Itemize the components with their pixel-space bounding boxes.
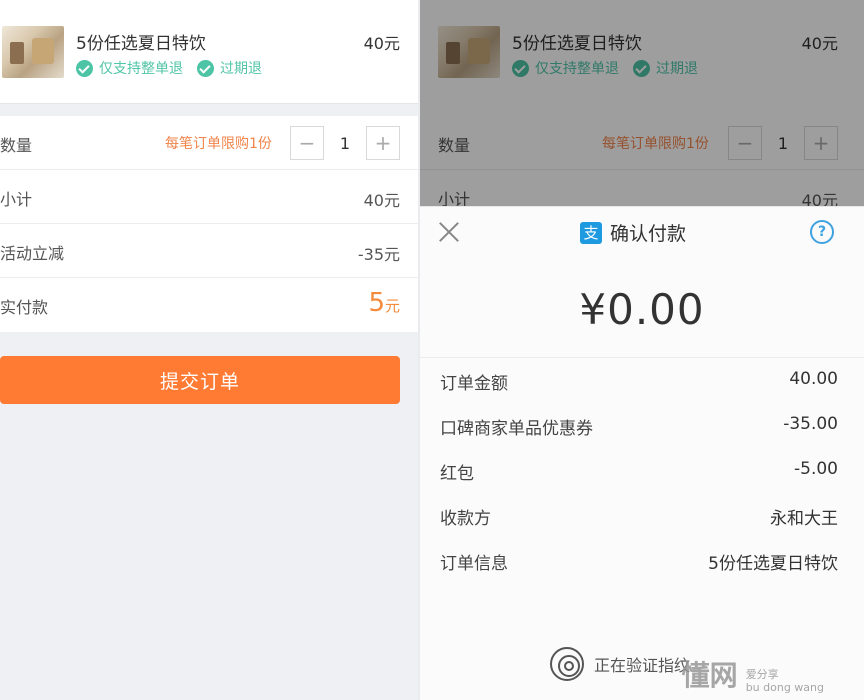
tag-label: 过期退 [656, 61, 698, 77]
check-icon [633, 59, 650, 77]
order-panel: 5份任选夏日特饮 40元 仅支持整单退 过期退 数量 每笔订单限购1份 − 1 … [0, 0, 418, 700]
pay-number: 5 [368, 288, 385, 318]
product-card: 5份任选夏日特饮 40元 仅支持整单退 过期退 [0, 0, 418, 104]
subtotal-label: 小计 [0, 190, 33, 209]
product-thumbnail [2, 26, 64, 78]
check-icon [76, 59, 93, 77]
detail-row: 订单金额 40.00 [440, 365, 838, 395]
discount-row: 活动立减 -35元 [0, 224, 418, 278]
payment-amount: ¥0.00 [579, 285, 705, 334]
check-icon [197, 59, 214, 77]
watermark-sub1: 爱分享 [745, 668, 779, 681]
pay-unit: 元 [384, 297, 400, 315]
order-background: 5份任选夏日特饮 40元 仅支持整单退 过期退 数量 每笔订单限购1份 − 1 … [420, 0, 864, 224]
close-icon[interactable] [438, 221, 460, 243]
tag-label: 仅支持整单退 [99, 61, 183, 77]
order-form: 数量 每笔订单限购1份 − 1 + 小计 40元 活动立减 -35元 实付款 5… [0, 116, 418, 332]
detail-label: 订单信息 [440, 554, 508, 574]
submit-order-button[interactable]: 提交订单 [0, 356, 400, 404]
quantity-stepper: − 1 + [290, 126, 400, 160]
discount-label: 活动立减 [0, 244, 65, 263]
detail-row: 红包 -5.00 [440, 455, 838, 485]
confirm-payment-sheet: 支 确认付款 ? ¥0.00 订单金额 40.00 口碑商家单品优惠券 -35.… [420, 206, 864, 700]
subtotal-value: 40元 [363, 191, 400, 210]
quantity-stepper: − 1 + [728, 126, 838, 160]
watermark-sub: 爱分享 bu dong wang [746, 668, 824, 694]
detail-value: 永和大王 [770, 509, 838, 529]
detail-label: 红包 [440, 464, 474, 484]
purchase-limit-text: 每笔订单限购1份 [165, 136, 272, 152]
decrease-button[interactable]: − [290, 126, 324, 160]
decrease-button: − [728, 126, 762, 160]
purchase-limit-text: 每笔订单限购1份 [602, 136, 709, 152]
product-thumbnail [438, 26, 500, 78]
quantity-label: 数量 [438, 136, 471, 155]
product-price: 40元 [363, 34, 400, 53]
tag-label: 仅支持整单退 [535, 61, 619, 77]
refund-tags: 仅支持整单退 过期退 [512, 58, 698, 78]
refund-tags: 仅支持整单退 过期退 [76, 58, 262, 78]
pay-row: 实付款 5元 [0, 278, 418, 332]
detail-label: 口碑商家单品优惠券 [440, 419, 593, 439]
detail-row: 订单信息 5份任选夏日特饮 [440, 545, 838, 575]
detail-label: 订单金额 [440, 374, 508, 394]
sheet-header: 支 确认付款 ? [420, 207, 864, 257]
tag-label: 过期退 [220, 61, 262, 77]
quantity-row: 数量 每笔订单限购1份 − 1 + [0, 116, 418, 170]
detail-row: 口碑商家单品优惠券 -35.00 [440, 410, 838, 440]
quantity-label: 数量 [0, 136, 33, 155]
fingerprint-verify[interactable]: 正在验证指纹 [550, 647, 690, 681]
refund-tag: 过期退 [633, 58, 698, 78]
quantity-value: 1 [339, 133, 351, 153]
payment-panel: 5份任选夏日特饮 40元 仅支持整单退 过期退 数量 每笔订单限购1份 − 1 … [420, 0, 864, 700]
discount-value: -35元 [357, 245, 400, 264]
pay-label: 实付款 [0, 298, 49, 317]
sheet-title-text: 确认付款 [610, 223, 687, 245]
sheet-title: 支 确认付款 [580, 219, 686, 246]
product-name: 5份任选夏日特饮 [512, 34, 642, 54]
quantity-row: 数量 每笔订单限购1份 − 1 + [420, 116, 864, 170]
alipay-logo-icon: 支 [580, 221, 602, 244]
detail-label: 收款方 [440, 509, 491, 529]
help-icon[interactable]: ? [810, 220, 834, 244]
divider [420, 357, 864, 358]
watermark-main: 懂网 [681, 659, 738, 692]
fingerprint-icon [550, 647, 584, 681]
detail-value: -5.00 [794, 459, 838, 479]
watermark-sub2: bu dong wang [745, 681, 824, 694]
detail-value: -35.00 [783, 414, 838, 434]
refund-tag: 仅支持整单退 [512, 58, 619, 78]
increase-button: + [804, 126, 838, 160]
check-icon [512, 59, 529, 77]
detail-value: 5份任选夏日特饮 [708, 554, 838, 574]
product-name: 5份任选夏日特饮 [76, 34, 206, 54]
verify-text: 正在验证指纹 [594, 656, 691, 675]
detail-row: 收款方 永和大王 [440, 500, 838, 530]
subtotal-row: 小计 40元 [0, 170, 418, 224]
watermark-logo: 懂网 爱分享 bu dong wang [682, 654, 824, 694]
refund-tag: 过期退 [197, 58, 262, 78]
detail-value: 40.00 [789, 369, 838, 389]
product-price: 40元 [801, 34, 838, 53]
quantity-value: 1 [777, 133, 789, 153]
pay-amount: 5元 [368, 288, 400, 318]
refund-tag: 仅支持整单退 [76, 58, 183, 78]
increase-button[interactable]: + [366, 126, 400, 160]
